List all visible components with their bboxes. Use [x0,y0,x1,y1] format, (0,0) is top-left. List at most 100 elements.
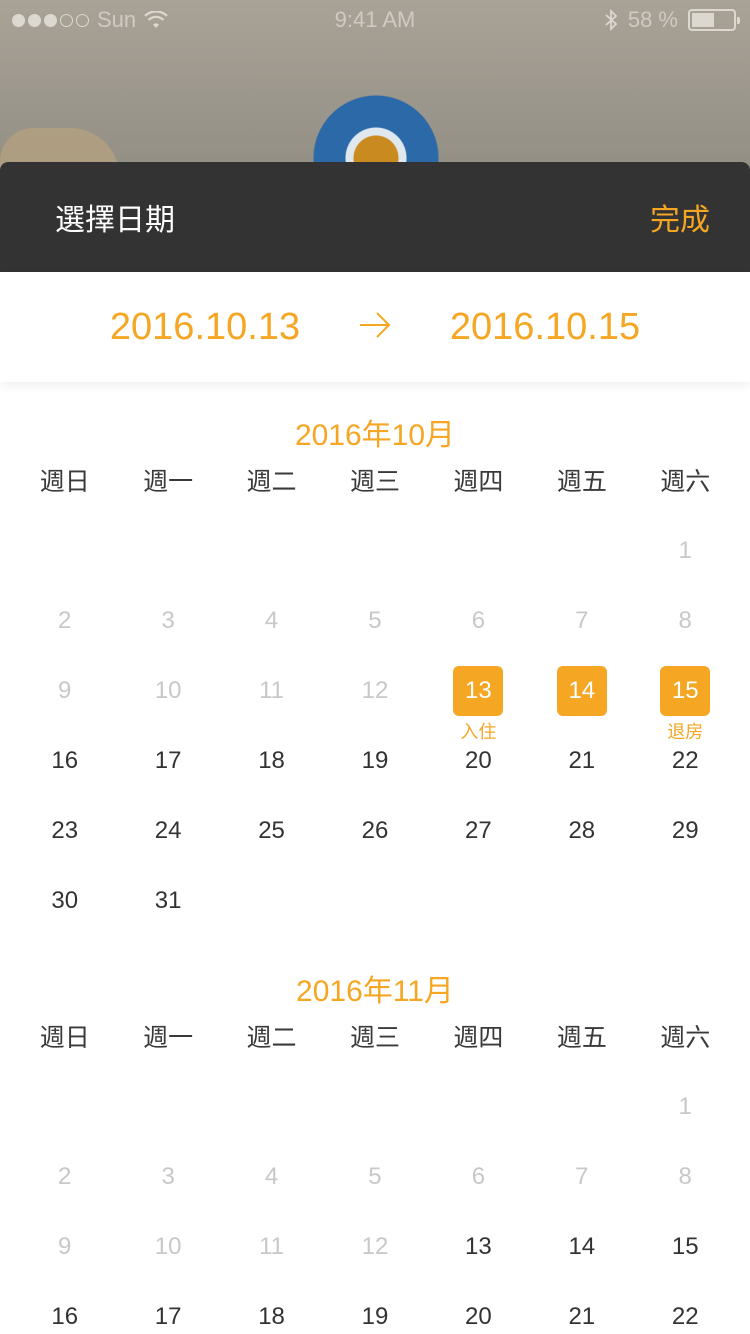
day-number: 6 [471,607,486,634]
sheet-header: 選擇日期 完成 [0,162,750,272]
calendar-day[interactable]: 30 [13,868,116,938]
status-bar: Sun 9:41 AM 58 % [0,0,750,40]
weekday-header: 週日 週一 週二 週三 週四 週五 週六 [0,462,750,518]
calendar-empty-cell [323,1074,426,1144]
month-section: 2016年10月 週日 週一 週二 週三 週四 週五 週六 1 2 3 4 5 6 7 8 9 10 11 12 13 入… [0,382,750,938]
calendar-week-row: 9 10 11 12 13 入住 14 15 退房 [0,658,750,742]
status-right: 58 % [604,7,740,33]
calendar-day[interactable]: 18 [220,1284,323,1334]
calendar-empty-cell [427,518,530,588]
calendar-empty-cell [323,518,426,588]
weekday-label: 週六 [660,468,711,496]
calendar-day[interactable]: 14 [530,1214,633,1284]
calendar-day[interactable]: 22 [634,728,737,798]
calendar-day[interactable]: 24 [116,798,219,868]
calendar-day[interactable]: 23 [13,798,116,868]
calendar-day: 1 [634,1074,737,1144]
calendar-day[interactable]: 13 [427,1214,530,1284]
day-number: 21 [568,747,596,774]
weekday-label: 週六 [660,1024,711,1052]
calendar-day-selected[interactable]: 14 [530,658,633,728]
weekday-label: 週一 [143,468,194,496]
weekday-label: 週日 [39,1024,90,1052]
day-number: 8 [678,607,692,634]
calendar-months: 2016年10月 週日 週一 週二 週三 週四 週五 週六 1 2 3 4 5 6 7 8 9 10 11 12 13 入… [0,382,750,1334]
weekday-label: 週日 [39,468,90,496]
calendar-day[interactable]: 20 [427,728,530,798]
calendar-day: 2 [13,1144,116,1214]
calendar-empty-cell [530,1074,633,1144]
calendar-day: 2 [13,588,116,658]
month-section: 2016年11月 週日 週一 週二 週三 週四 週五 週六 1 2 3 4 5 6 7 8 9 10 11 12 13 1… [0,938,750,1334]
calendar-empty-cell [530,518,633,588]
calendar-week-row: 16 17 18 19 20 21 22 [0,728,750,798]
weekday-label: 週五 [556,468,607,496]
calendar-day[interactable]: 18 [220,728,323,798]
day-number: 11 [259,677,284,704]
calendar-day[interactable]: 21 [530,1284,633,1334]
calendar-week-row: 23 24 25 26 27 28 29 [0,798,750,868]
calendar-day[interactable]: 27 [427,798,530,868]
calendar-day-selected[interactable]: 15 退房 [634,658,737,742]
day-number: 8 [678,1163,692,1190]
checkin-date[interactable]: 2016.10.13 [75,306,335,349]
date-range-summary: 2016.10.13 2016.10.15 [0,272,750,382]
calendar-day[interactable]: 28 [530,798,633,868]
calendar-day: 4 [220,588,323,658]
checkout-date[interactable]: 2016.10.15 [415,306,675,349]
day-number: 22 [671,1303,699,1330]
day-number: 24 [154,817,182,844]
day-number: 23 [51,817,79,844]
calendar-empty-cell [634,868,737,938]
calendar-day: 12 [323,658,426,728]
weekday-label: 週三 [349,468,400,496]
calendar-week-row: 2 3 4 5 6 7 8 [0,588,750,658]
calendar-day[interactable]: 31 [116,868,219,938]
weekday-label: 週二 [246,1024,297,1052]
calendar-empty-cell [220,518,323,588]
day-number: 14 [568,1233,596,1260]
day-number: 3 [161,607,175,634]
day-number: 15 [660,666,711,716]
calendar-day[interactable]: 25 [220,798,323,868]
calendar-day[interactable]: 29 [634,798,737,868]
day-number: 13 [465,1233,492,1260]
calendar-empty-cell [530,868,633,938]
calendar-day: 11 [220,1214,323,1284]
day-number: 7 [575,1163,589,1190]
calendar-day[interactable]: 19 [323,1284,426,1334]
calendar-day[interactable]: 17 [116,1284,219,1334]
day-number: 2 [58,1163,72,1190]
day-number: 4 [264,607,279,634]
day-number: 12 [361,1233,389,1260]
calendar-week-row: 9 10 11 12 13 14 15 [0,1214,750,1284]
calendar-day[interactable]: 21 [530,728,633,798]
calendar-day[interactable]: 16 [13,1284,116,1334]
calendar-day[interactable]: 26 [323,798,426,868]
day-number: 1 [678,537,692,564]
calendar-day[interactable]: 19 [323,728,426,798]
calendar-day[interactable]: 22 [634,1284,737,1334]
day-number: 25 [258,817,285,844]
calendar-day[interactable]: 17 [116,728,219,798]
calendar-day-selected[interactable]: 13 入住 [427,658,530,742]
calendar-day: 9 [13,1214,116,1284]
calendar-day: 10 [116,1214,219,1284]
done-button[interactable]: 完成 [650,195,710,239]
calendar-day[interactable]: 15 [634,1214,737,1284]
calendar-empty-cell [116,518,219,588]
day-number: 15 [671,1233,699,1260]
day-number: 20 [465,1303,492,1330]
day-number: 14 [556,666,607,716]
calendar-day: 6 [427,588,530,658]
calendar-day: 8 [634,588,737,658]
calendar-day[interactable]: 16 [13,728,116,798]
calendar-day: 5 [323,588,426,658]
weekday-label: 週四 [453,468,504,496]
calendar-empty-cell [220,1074,323,1144]
calendar-day[interactable]: 20 [427,1284,530,1334]
day-number: 17 [154,1303,182,1330]
calendar-day: 7 [530,1144,633,1214]
day-number: 30 [51,887,79,914]
day-number: 5 [368,607,382,634]
